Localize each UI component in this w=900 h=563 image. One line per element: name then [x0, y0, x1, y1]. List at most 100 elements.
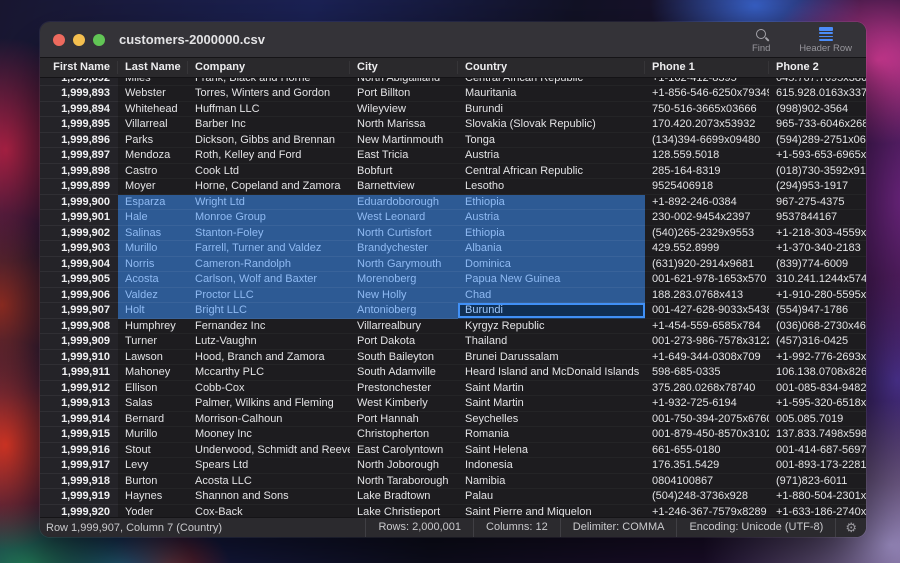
row-number[interactable]: 1,999,895: [40, 117, 118, 133]
row-number[interactable]: 1,999,906: [40, 288, 118, 304]
cell-city[interactable]: Morenoberg: [350, 272, 458, 288]
cell-phone1[interactable]: 9525406918: [645, 179, 769, 195]
cell-city[interactable]: Lake Christieport: [350, 505, 458, 518]
cell-phone1[interactable]: (540)265-2329x9553: [645, 226, 769, 242]
cell-last-name[interactable]: Whitehead: [118, 102, 188, 118]
cell-last-name[interactable]: Burton: [118, 474, 188, 490]
cell-city[interactable]: South Baileyton: [350, 350, 458, 366]
cell-phone1[interactable]: 429.552.8999: [645, 241, 769, 257]
cell-city[interactable]: North Joborough: [350, 458, 458, 474]
cell-city[interactable]: North Curtisfort: [350, 226, 458, 242]
row-number[interactable]: 1,999,909: [40, 334, 118, 350]
column-header-country[interactable]: Country: [458, 58, 645, 77]
row-number[interactable]: 1,999,904: [40, 257, 118, 273]
cell-phone2[interactable]: 965-733-6046x26858: [769, 117, 866, 133]
gear-icon[interactable]: ⚙: [835, 518, 866, 537]
find-button[interactable]: Find: [735, 25, 787, 56]
cell-company[interactable]: Bright LLC: [188, 303, 350, 319]
cell-last-name[interactable]: Turner: [118, 334, 188, 350]
row-number[interactable]: 1,999,897: [40, 148, 118, 164]
cell-last-name[interactable]: Webster: [118, 86, 188, 102]
column-header-first-name[interactable]: First Name: [40, 58, 118, 77]
cell-phone2[interactable]: +1-910-280-5595x74: [769, 288, 866, 304]
cell-phone2[interactable]: +1-595-320-6518x13: [769, 396, 866, 412]
cell-phone2[interactable]: +1-370-340-2183: [769, 241, 866, 257]
cell-last-name[interactable]: Yoder: [118, 505, 188, 518]
cell-country[interactable]: Palau: [458, 489, 645, 505]
zoom-button[interactable]: [93, 34, 105, 46]
row-number[interactable]: 1,999,910: [40, 350, 118, 366]
cell-phone1[interactable]: (631)920-2914x9681: [645, 257, 769, 273]
cell-phone1[interactable]: 001-750-394-2075x6760: [645, 412, 769, 428]
cell-phone2[interactable]: 310.241.1244x5745: [769, 272, 866, 288]
cell-phone1[interactable]: +1-892-246-0384: [645, 195, 769, 211]
cell-country[interactable]: Brunei Darussalam: [458, 350, 645, 366]
cell-country[interactable]: Papua New Guinea: [458, 272, 645, 288]
minimize-button[interactable]: [73, 34, 85, 46]
cell-phone1[interactable]: +1-932-725-6194: [645, 396, 769, 412]
cell-last-name[interactable]: Salas: [118, 396, 188, 412]
cell-last-name[interactable]: Esparza: [118, 195, 188, 211]
row-number[interactable]: 1,999,893: [40, 86, 118, 102]
cell-company[interactable]: Farrell, Turner and Valdez: [188, 241, 350, 257]
cell-country[interactable]: Kyrgyz Republic: [458, 319, 645, 335]
cell-phone2[interactable]: (594)289-2751x06033: [769, 133, 866, 149]
cell-company[interactable]: Proctor LLC: [188, 288, 350, 304]
cell-last-name[interactable]: Castro: [118, 164, 188, 180]
cell-city[interactable]: North Garymouth: [350, 257, 458, 273]
cell-last-name[interactable]: Salinas: [118, 226, 188, 242]
cell-city[interactable]: North Taraborough: [350, 474, 458, 490]
cell-company[interactable]: Acosta LLC: [188, 474, 350, 490]
cell-phone1[interactable]: 128.559.5018: [645, 148, 769, 164]
row-number[interactable]: 1,999,905: [40, 272, 118, 288]
cell-company[interactable]: Hood, Branch and Zamora: [188, 350, 350, 366]
cell-company[interactable]: Barber Inc: [188, 117, 350, 133]
cell-last-name[interactable]: Levy: [118, 458, 188, 474]
cell-company[interactable]: Carlson, Wolf and Baxter: [188, 272, 350, 288]
cell-city[interactable]: North Abigailland: [350, 78, 458, 86]
cell-company[interactable]: Torres, Winters and Gordon: [188, 86, 350, 102]
cell-company[interactable]: Spears Ltd: [188, 458, 350, 474]
cell-country[interactable]: Saint Helena: [458, 443, 645, 459]
cell-city[interactable]: Port Hannah: [350, 412, 458, 428]
cell-phone1[interactable]: 598-685-0335: [645, 365, 769, 381]
cell-country[interactable]: Albania: [458, 241, 645, 257]
row-number[interactable]: 1,999,898: [40, 164, 118, 180]
cell-country[interactable]: Romania: [458, 427, 645, 443]
cell-company[interactable]: Stanton-Foley: [188, 226, 350, 242]
cell-last-name[interactable]: Mahoney: [118, 365, 188, 381]
cell-phone2[interactable]: +1-633-186-2740x76: [769, 505, 866, 518]
cell-last-name[interactable]: Stout: [118, 443, 188, 459]
cell-phone1[interactable]: +1-454-559-6585x784: [645, 319, 769, 335]
cell-phone1[interactable]: 176.351.5429: [645, 458, 769, 474]
cell-country[interactable]: Ethiopia: [458, 195, 645, 211]
cell-phone2[interactable]: (294)953-1917: [769, 179, 866, 195]
cell-last-name[interactable]: Norris: [118, 257, 188, 273]
cell-phone2[interactable]: +1-593-653-6965x443: [769, 148, 866, 164]
column-header-company[interactable]: Company: [188, 58, 350, 77]
cell-phone1[interactable]: +1-246-367-7579x8289: [645, 505, 769, 518]
cell-country[interactable]: Heard Island and McDonald Islands: [458, 365, 645, 381]
cell-country[interactable]: Saint Martin: [458, 381, 645, 397]
cell-country[interactable]: Central African Republic: [458, 164, 645, 180]
cell-phone1[interactable]: 661-655-0180: [645, 443, 769, 459]
cell-company[interactable]: Palmer, Wilkins and Fleming: [188, 396, 350, 412]
cell-phone2[interactable]: +1-218-303-4559x85: [769, 226, 866, 242]
cell-phone2[interactable]: (036)068-2730x4630: [769, 319, 866, 335]
cell-company[interactable]: Cook Ltd: [188, 164, 350, 180]
cell-phone1[interactable]: 001-879-450-8570x31029: [645, 427, 769, 443]
cell-city[interactable]: Brandychester: [350, 241, 458, 257]
cell-city[interactable]: Port Dakota: [350, 334, 458, 350]
cell-last-name[interactable]: Moyer: [118, 179, 188, 195]
cell-city[interactable]: Eduardoborough: [350, 195, 458, 211]
cell-phone1[interactable]: 001-621-978-1653x570: [645, 272, 769, 288]
row-number[interactable]: 1,999,901: [40, 210, 118, 226]
cell-city[interactable]: Prestonchester: [350, 381, 458, 397]
cell-phone2[interactable]: (457)316-0425: [769, 334, 866, 350]
cell-company[interactable]: Wright Ltd: [188, 195, 350, 211]
cell-phone1[interactable]: 750-516-3665x03666: [645, 102, 769, 118]
cell-country[interactable]: Burundi: [458, 102, 645, 118]
cell-phone1[interactable]: 285-164-8319: [645, 164, 769, 180]
row-number[interactable]: 1,999,911: [40, 365, 118, 381]
cell-country[interactable]: Saint Martin: [458, 396, 645, 412]
